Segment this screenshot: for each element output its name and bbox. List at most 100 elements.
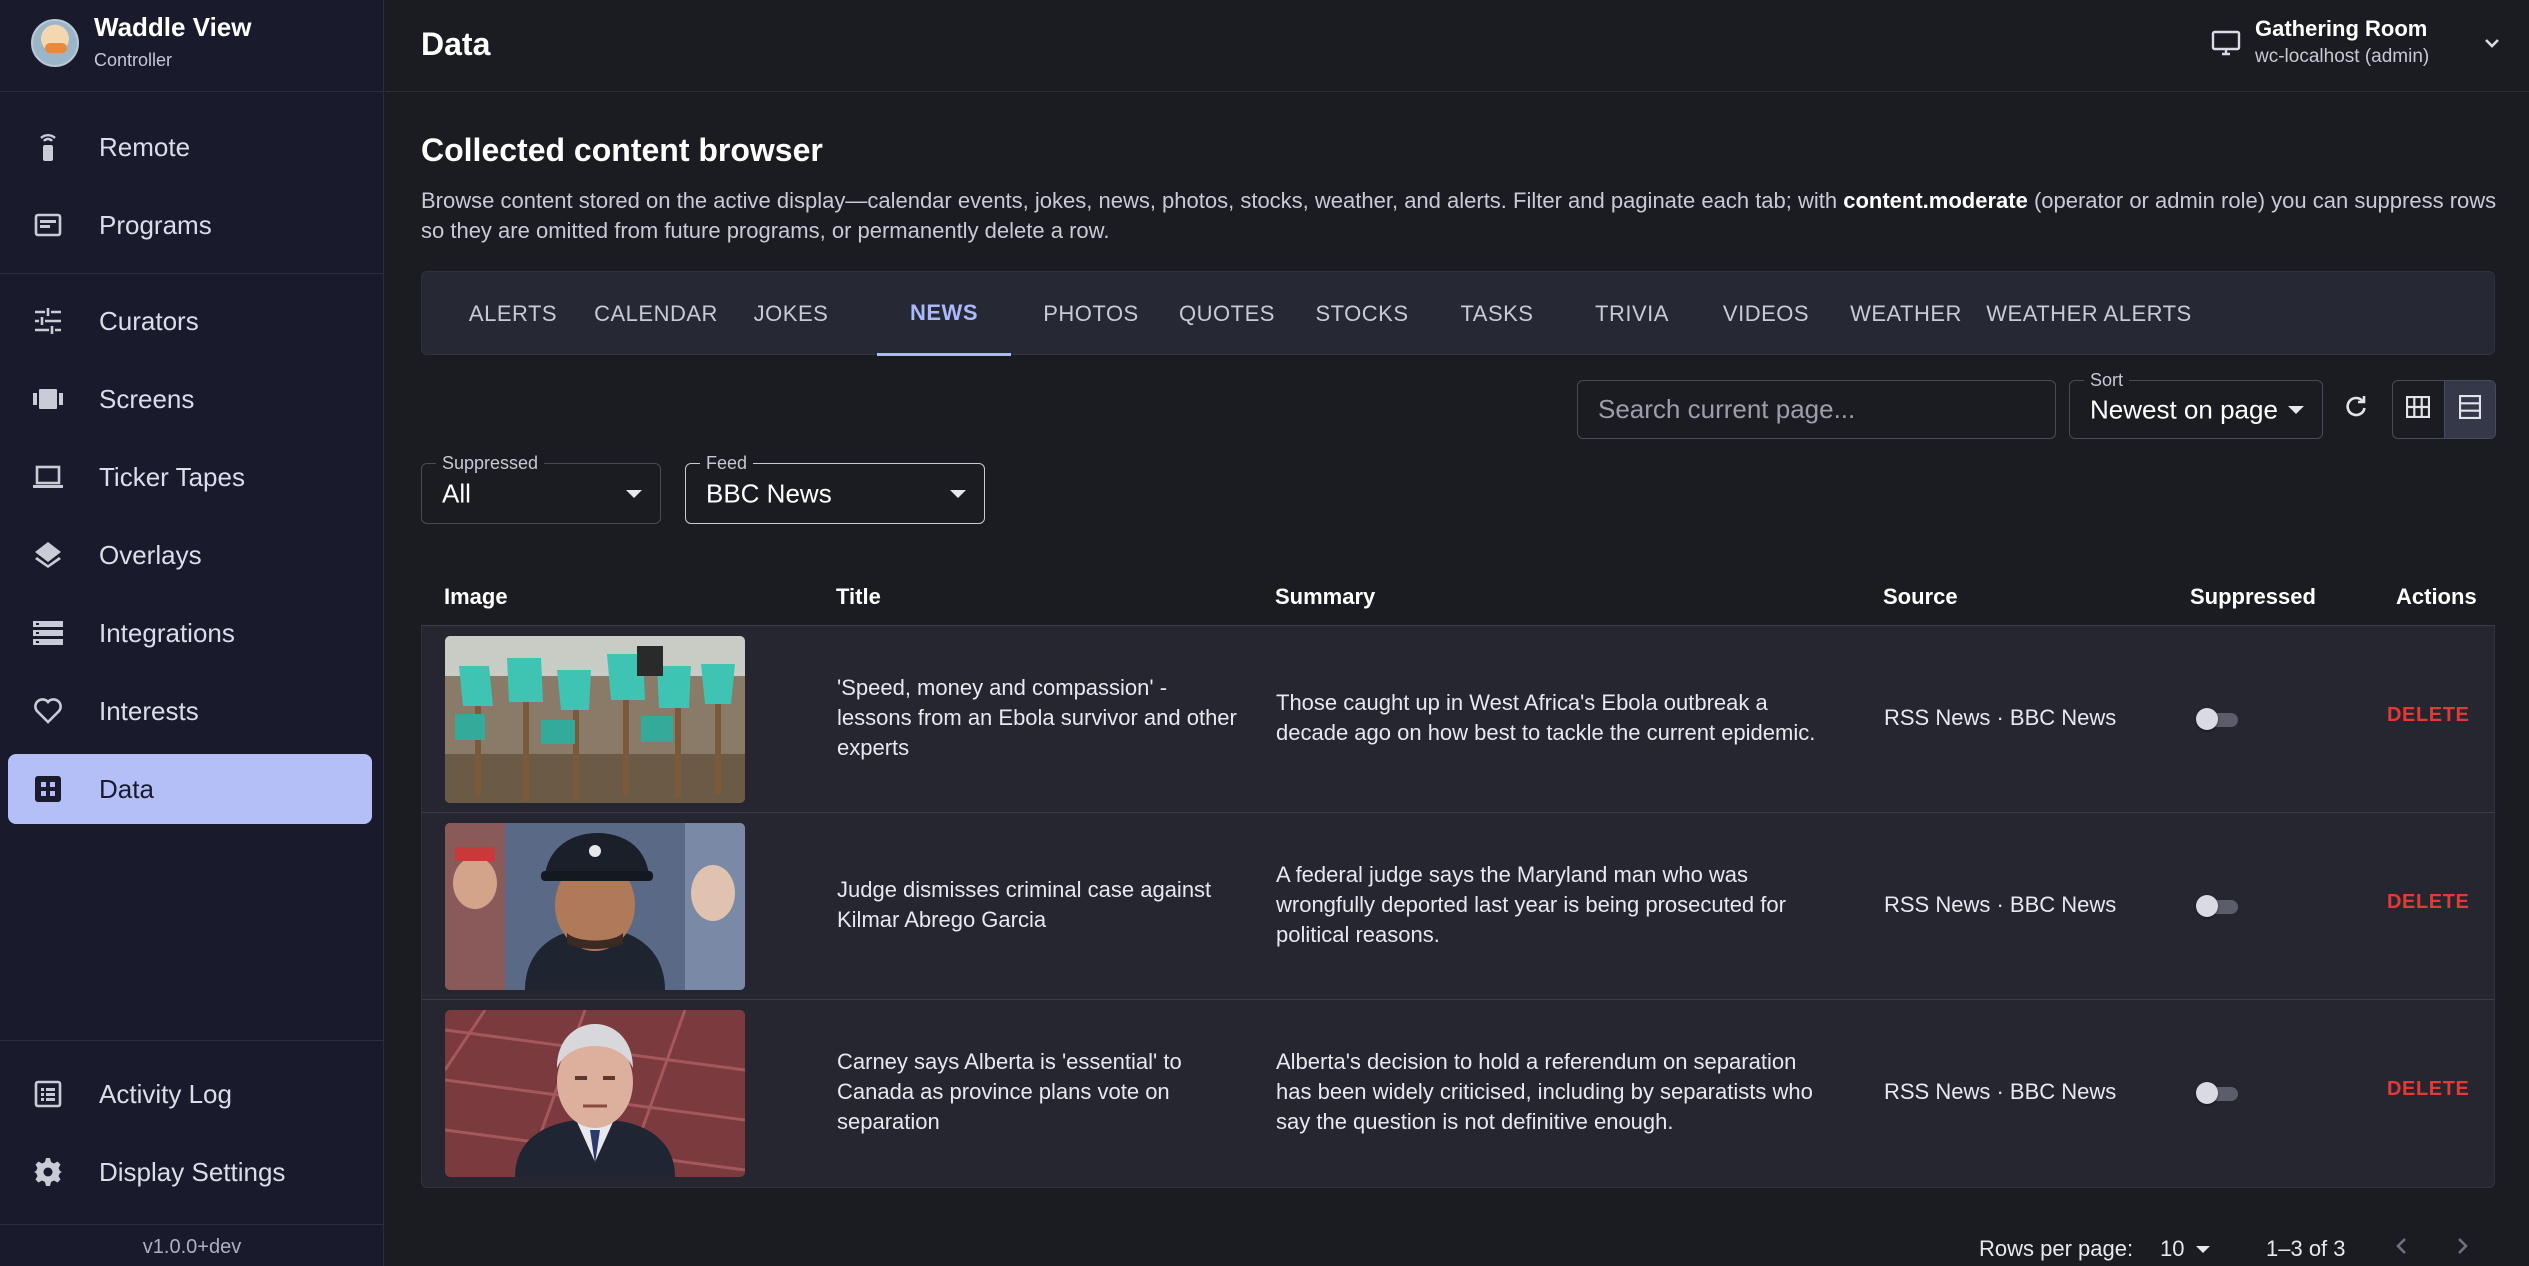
grid-icon <box>32 773 64 805</box>
sidebar-item-label: Curators <box>99 305 199 336</box>
sidebar-item-display-settings[interactable]: Display Settings <box>8 1137 372 1207</box>
sidebar-item-label: Integrations <box>99 617 235 648</box>
refresh-icon <box>2343 394 2369 425</box>
table-row: Judge dismisses criminal case against Ki… <box>422 813 2494 1000</box>
list-view-icon <box>2458 394 2481 424</box>
carney-portrait-photo <box>445 1010 745 1177</box>
gear-icon <box>32 1156 64 1188</box>
sidebar-item-label: Data <box>99 773 154 804</box>
tab-calendar[interactable]: CALENDAR <box>579 272 733 356</box>
brand-header: Waddle View Controller <box>0 0 384 92</box>
tab-tasks[interactable]: TASKS <box>1429 272 1565 356</box>
feed-filter-label: Feed <box>700 453 754 474</box>
ebola-gloves-photo <box>445 636 745 803</box>
view-mode-toggle <box>2392 380 2496 439</box>
suppressed-filter-select[interactable]: Suppressed All <box>421 453 661 524</box>
section-description: Browse content stored on the active disp… <box>421 186 2501 246</box>
next-page-button[interactable] <box>2446 1232 2478 1264</box>
feed-filter-select[interactable]: Feed BBC News <box>685 453 985 524</box>
sort-select[interactable]: Sort Newest on page <box>2069 370 2323 439</box>
chevron-right-icon <box>2451 1235 2473 1262</box>
nav-divider <box>0 273 384 274</box>
table-body: 'Speed, money and compassion' - lessons … <box>421 626 2495 1188</box>
search-input[interactable] <box>1578 381 2055 438</box>
sidebar: Waddle View Controller Remote Programs C… <box>0 0 384 1266</box>
caret-down-icon <box>950 489 966 498</box>
news-source: RSS News · BBC News <box>1884 892 2117 917</box>
top-bar: Data Gathering Room wc-localhost (admin) <box>385 0 2529 92</box>
tab-photos[interactable]: PHOTOS <box>1023 272 1159 356</box>
news-title: 'Speed, money and compassion' - lessons … <box>837 675 1237 760</box>
sidebar-item-overlays[interactable]: Overlays <box>8 520 372 590</box>
tab-quotes[interactable]: QUOTES <box>1159 272 1295 356</box>
caret-down-icon <box>2288 405 2304 414</box>
layers-icon <box>32 539 64 571</box>
tab-weather-alerts[interactable]: WEATHER ALERTS <box>1979 272 2199 356</box>
app-name: Waddle View <box>94 12 252 42</box>
tab-news[interactable]: NEWS <box>877 272 1011 356</box>
sidebar-item-data[interactable]: Data <box>8 754 372 824</box>
chevron-down-icon <box>2479 30 2505 56</box>
page-range: 1–3 of 3 <box>2266 1236 2346 1261</box>
column-header-actions: Actions <box>2396 584 2477 609</box>
version-label: v1.0.0+dev <box>142 1236 242 1258</box>
grid-view-button[interactable] <box>2393 381 2444 438</box>
permission-name: content.moderate <box>1843 188 2028 213</box>
list-icon <box>32 617 64 649</box>
news-source: RSS News · BBC News <box>1884 1079 2117 1104</box>
programs-icon <box>32 209 64 241</box>
column-header-summary: Summary <box>1275 584 1376 609</box>
column-header-suppressed: Suppressed <box>2190 584 2316 609</box>
chevron-left-icon <box>2391 1235 2413 1262</box>
nav-divider <box>0 1224 384 1225</box>
sidebar-item-activity-log[interactable]: Activity Log <box>8 1059 372 1129</box>
column-header-title: Title <box>836 584 881 609</box>
log-icon <box>32 1078 64 1110</box>
monitor-icon <box>2211 28 2241 58</box>
sidebar-item-label: Screens <box>99 383 195 414</box>
previous-page-button[interactable] <box>2386 1232 2418 1264</box>
tab-trivia[interactable]: TRIVIA <box>1565 272 1699 356</box>
sidebar-item-label: Remote <box>99 131 191 162</box>
suppress-toggle[interactable] <box>2196 895 2238 917</box>
delete-button[interactable]: DELETE <box>2387 1078 2470 1101</box>
suppressed-filter-label: Suppressed <box>436 453 545 474</box>
section-heading: Collected content browser <box>421 132 823 168</box>
sidebar-item-curators[interactable]: Curators <box>8 286 372 356</box>
suppress-toggle[interactable] <box>2196 708 2238 730</box>
sidebar-item-integrations[interactable]: Integrations <box>8 598 372 668</box>
tab-alerts[interactable]: ALERTS <box>447 272 579 356</box>
news-summary: A federal judge says the Maryland man wh… <box>1276 862 1786 947</box>
tab-stocks[interactable]: STOCKS <box>1295 272 1429 356</box>
sidebar-item-screens[interactable]: Screens <box>8 364 372 434</box>
caret-down-icon <box>626 489 642 498</box>
app-subtitle: Controller <box>94 50 173 70</box>
grid-view-icon <box>2406 395 2431 423</box>
list-view-button[interactable] <box>2443 381 2495 438</box>
tab-videos[interactable]: VIDEOS <box>1699 272 1833 356</box>
duck-logo-icon <box>31 19 79 67</box>
heart-icon <box>32 695 64 727</box>
sidebar-item-label: Interests <box>99 695 199 726</box>
sidebar-item-programs[interactable]: Programs <box>8 190 372 260</box>
sidebar-item-interests[interactable]: Interests <box>8 676 372 746</box>
delete-button[interactable]: DELETE <box>2387 891 2470 914</box>
rows-per-page-select[interactable]: 10 <box>2160 1236 2211 1262</box>
display-picker[interactable]: Gathering Room wc-localhost (admin) <box>2211 14 2511 78</box>
delete-button[interactable]: DELETE <box>2387 704 2470 727</box>
refresh-button[interactable] <box>2332 385 2380 433</box>
suppress-toggle[interactable] <box>2196 1082 2238 1104</box>
sidebar-item-remote[interactable]: Remote <box>8 112 372 182</box>
tab-jokes[interactable]: JOKES <box>733 272 849 356</box>
display-host: wc-localhost (admin) <box>2255 46 2430 67</box>
toggle-knob <box>2196 708 2218 730</box>
man-in-cap-photo <box>445 823 745 990</box>
sidebar-item-label: Ticker Tapes <box>99 461 245 492</box>
sidebar-item-label: Display Settings <box>99 1156 286 1187</box>
table-row: 'Speed, money and compassion' - lessons … <box>422 626 2494 813</box>
table-header: Image Title Summary Source Suppressed Ac… <box>421 568 2495 626</box>
laptop-icon <box>32 461 64 493</box>
sidebar-item-ticker-tapes[interactable]: Ticker Tapes <box>8 442 372 512</box>
sort-value: Newest on page <box>2090 394 2278 424</box>
tab-weather[interactable]: WEATHER <box>1833 272 1979 356</box>
